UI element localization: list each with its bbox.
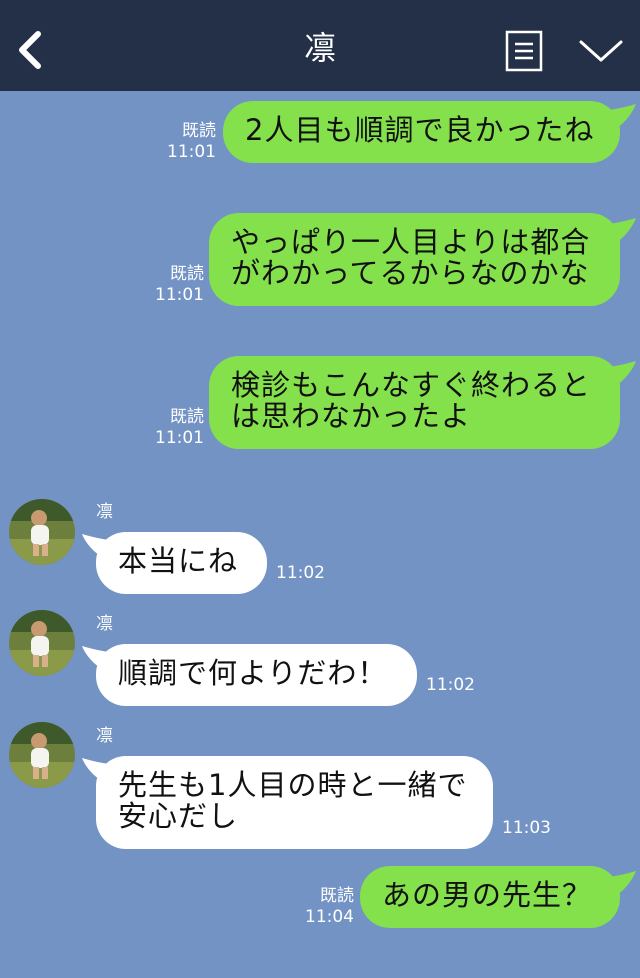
message-bubble-sent[interactable]: あの男の先生？ — [360, 866, 620, 928]
sender-name: 凛 — [96, 726, 113, 746]
note-icon[interactable] — [505, 30, 543, 72]
message-bubble-received[interactable]: 本当にね — [96, 532, 267, 594]
message-meta: 既読 11:01 — [150, 264, 204, 306]
message-bubble-received[interactable]: 先生も1人目の時と一緒で 安心だし — [96, 756, 493, 849]
message-bubble-sent[interactable]: やっぱり一人目よりは都合 がわかってるからなのかな — [209, 213, 620, 306]
message-meta: 既読 11:04 — [300, 886, 354, 928]
chevron-down-icon[interactable] — [578, 36, 624, 66]
message-bubble-sent[interactable]: 2人目も順調で良かったね — [223, 101, 620, 163]
read-receipt: 既読 — [170, 264, 204, 284]
message-time: 11:03 — [502, 818, 551, 838]
avatar-photo — [9, 722, 75, 788]
chat-header: 凛 — [0, 0, 640, 91]
message-time: 11:02 — [276, 563, 325, 583]
message-meta: 既読 11:01 — [150, 407, 204, 449]
sender-name: 凛 — [96, 502, 113, 522]
read-receipt: 既読 — [320, 886, 354, 906]
sender-name: 凛 — [96, 614, 113, 634]
chat-title: 凛 — [303, 29, 336, 67]
message-time: 11:01 — [167, 142, 216, 162]
message-time: 11:01 — [155, 285, 204, 305]
message-time: 11:04 — [305, 907, 354, 927]
read-receipt: 既読 — [182, 121, 216, 141]
read-receipt: 既読 — [170, 407, 204, 427]
avatar[interactable] — [9, 610, 75, 676]
avatar[interactable] — [9, 499, 75, 565]
avatar[interactable] — [9, 722, 75, 788]
avatar-photo — [9, 499, 75, 565]
message-time: 11:01 — [155, 428, 204, 448]
message-meta: 既読 11:01 — [160, 121, 216, 163]
message-bubble-received[interactable]: 順調で何よりだわ！ — [96, 644, 417, 706]
avatar-photo — [9, 610, 75, 676]
message-time: 11:02 — [426, 675, 475, 695]
message-bubble-sent[interactable]: 検診もこんなすぐ終わると は思わなかったよ — [209, 356, 620, 449]
